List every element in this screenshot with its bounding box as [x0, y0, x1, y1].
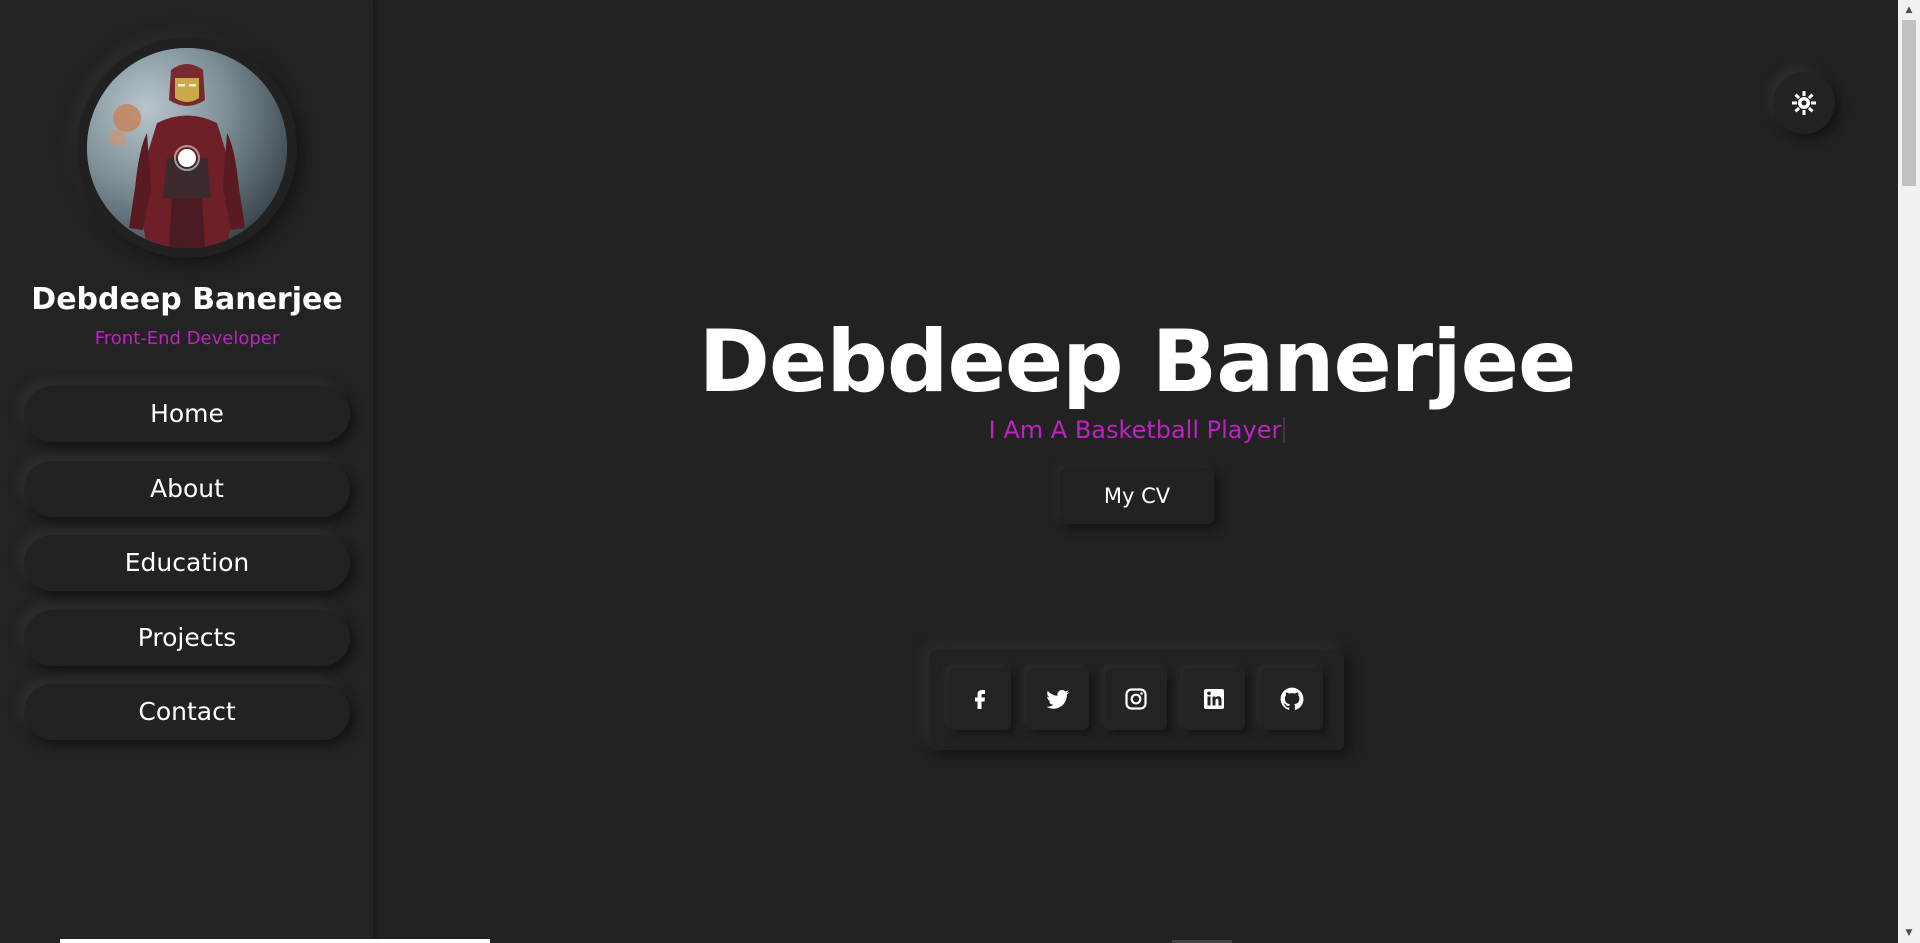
scrollbar-thumb[interactable] [1902, 20, 1916, 186]
scroll-down-arrow-icon[interactable]: ▼ [1898, 923, 1920, 943]
nav-about[interactable]: About [24, 460, 350, 517]
vertical-scrollbar[interactable]: ▲ ▼ [1898, 0, 1920, 943]
facebook-link[interactable] [949, 668, 1011, 730]
sidebar-role: Front-End Developer [94, 328, 280, 349]
social-links [930, 650, 1344, 750]
nav-home[interactable]: Home [24, 386, 350, 442]
tagline-text: I Am A Basketball Player [988, 416, 1282, 444]
hero-title: Debdeep Banerjee [698, 312, 1577, 412]
nav-education[interactable]: Education [24, 535, 350, 591]
instagram-link[interactable] [1105, 668, 1167, 730]
sidebar-name: Debdeep Banerjee [31, 282, 343, 317]
sun-icon [1792, 91, 1816, 115]
facebook-icon [975, 690, 985, 709]
scroll-up-arrow-icon[interactable]: ▲ [1898, 0, 1920, 20]
nav-contact[interactable]: Contact [24, 684, 350, 740]
twitter-link[interactable] [1027, 668, 1089, 730]
avatar-frame [77, 38, 297, 258]
nav-projects[interactable]: Projects [24, 609, 350, 666]
theme-toggle-button[interactable] [1773, 72, 1835, 134]
linkedin-icon [1204, 689, 1224, 709]
avatar [87, 48, 287, 248]
github-link[interactable] [1261, 668, 1323, 730]
twitter-icon [1046, 690, 1070, 709]
hero-tagline: I Am A Basketball Player [380, 416, 1894, 444]
bottom-progress-line [60, 939, 490, 943]
linkedin-link[interactable] [1183, 668, 1245, 730]
sidebar-nav: Home About Education Projects Contact [24, 386, 350, 759]
github-icon [1280, 687, 1304, 710]
typing-cursor [1283, 417, 1286, 443]
cv-button[interactable]: My CV [1060, 468, 1214, 524]
sidebar: Debdeep Banerjee Front-End Developer Hom… [0, 0, 374, 943]
instagram-icon [1125, 688, 1147, 710]
avatar-illustration [87, 48, 287, 248]
page: Debdeep Banerjee Front-End Developer Hom… [0, 0, 1920, 943]
